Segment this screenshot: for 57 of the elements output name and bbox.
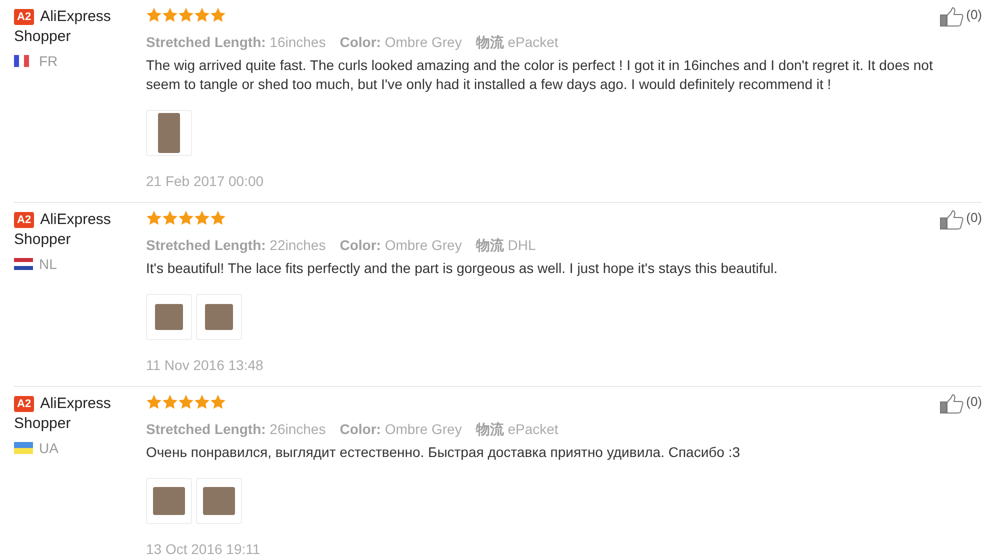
user-level-badge: A2 [14, 396, 34, 412]
star-icon [178, 210, 194, 226]
photo-thumbnail[interactable] [146, 478, 192, 524]
product-attribute: 物流 ePacket [476, 33, 558, 52]
review-text: It's beautiful! The lace fits perfectly and the part is gorgeous as well. I just hope it's stays this beautiful. [146, 259, 779, 278]
review-date: 11 Nov 2016 13:48 [146, 356, 264, 374]
user-level-badge: A2 [14, 9, 34, 25]
country-code: FR [39, 53, 58, 69]
photo-placeholder [205, 304, 233, 330]
star-icon [146, 394, 162, 410]
photo-placeholder [158, 113, 180, 153]
photo-placeholder [203, 487, 235, 515]
thumbs-up-icon [940, 7, 964, 27]
review-text: The wig arrived quite fast. The curls looked amazing and the color is perfect ! I got it in 16inches and I don't regret it. It does not seem to tangle or shed too much, but I've only had it installed a few days ago. I would definitely recommend it ! [146, 56, 934, 94]
star-icon [146, 210, 162, 226]
star-icon [146, 7, 162, 23]
user-name: A2 AliExpress Shopper [14, 394, 112, 434]
photo-placeholder [155, 304, 183, 330]
flag-icon [14, 442, 33, 454]
flag-icon [14, 258, 33, 270]
star-icon [178, 7, 194, 23]
country-code: UA [39, 440, 58, 456]
star-icon [194, 210, 210, 226]
star-icon [162, 7, 178, 23]
country-code: NL [39, 256, 57, 272]
product-attribute: 物流 DHL [476, 236, 536, 255]
review-text: Очень понравился, выглядит естественно. Быстрая доставка приятно удивила. Спасибо :3 [146, 443, 742, 462]
photo-thumbnail[interactable] [196, 478, 242, 524]
product-attribute: Stretched Length: 26inches [146, 420, 326, 439]
thumbs-up-icon [940, 210, 964, 230]
thumbs-up-icon [940, 394, 964, 414]
product-attribute: Stretched Length: 16inches [146, 33, 326, 52]
star-icon [210, 210, 226, 226]
like-button[interactable]: (0) [940, 210, 982, 232]
star-icon [210, 394, 226, 410]
photo-thumbnail[interactable] [196, 294, 242, 340]
star-icon [194, 394, 210, 410]
product-attribute: Color: Ombre Grey [340, 420, 462, 439]
review-date: 13 Oct 2016 19:11 [146, 540, 262, 558]
star-icon [194, 7, 210, 23]
star-icon [162, 210, 178, 226]
star-icon [210, 7, 226, 23]
star-icon [162, 394, 178, 410]
product-attribute: Stretched Length: 22inches [146, 236, 326, 255]
product-attribute: Color: Ombre Grey [340, 236, 462, 255]
user-name: A2 AliExpress Shopper [14, 7, 112, 47]
product-attribute: 物流 ePacket [476, 420, 558, 439]
user-name: A2 AliExpress Shopper [14, 210, 112, 250]
like-button[interactable]: (0) [940, 7, 982, 29]
photo-thumbnail[interactable] [146, 110, 192, 156]
photo-thumbnail[interactable] [146, 294, 192, 340]
star-icon [178, 394, 194, 410]
review-date: 21 Feb 2017 00:00 [146, 172, 265, 190]
photo-placeholder [153, 487, 185, 515]
user-level-badge: A2 [14, 212, 34, 228]
like-button[interactable]: (0) [940, 394, 982, 416]
product-attribute: Color: Ombre Grey [340, 33, 462, 52]
